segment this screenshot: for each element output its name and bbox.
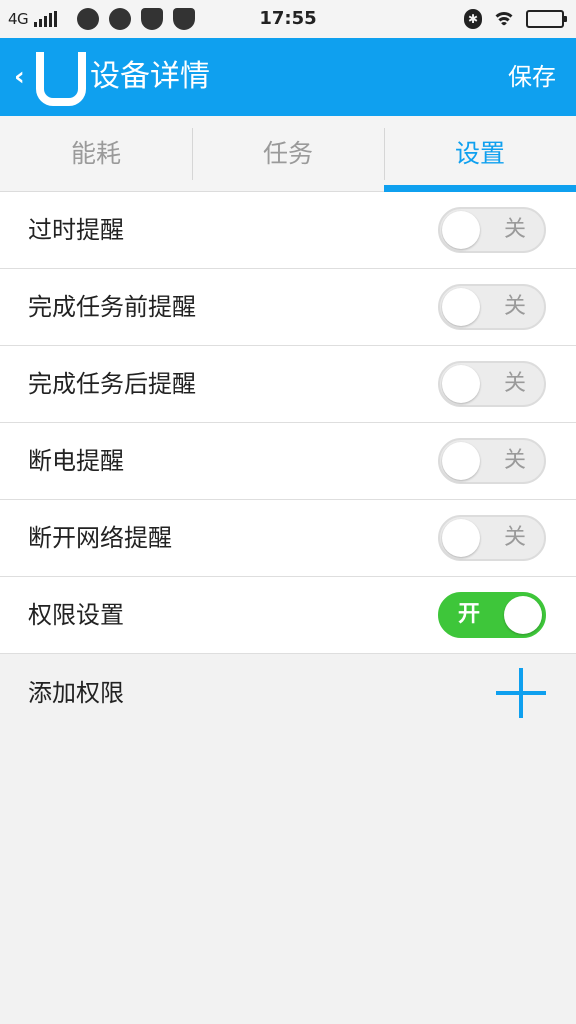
add-permission-row: 添加权限 [0, 654, 576, 732]
tab-bar: 能耗 任务 设置 [0, 116, 576, 193]
setting-label: 过时提醒 [28, 216, 124, 244]
tab-energy[interactable]: 能耗 [0, 116, 192, 192]
app-header: ‹ 设备详情 保存 [0, 38, 576, 116]
bluetooth-icon: ✱ [464, 9, 482, 29]
toggle-knob [442, 519, 480, 557]
app-logo-icon[interactable] [36, 52, 86, 106]
setting-row-power-off-reminder: 断电提醒 关 [0, 423, 576, 500]
toggle-knob [442, 442, 480, 480]
setting-label: 完成任务后提醒 [28, 370, 196, 398]
back-chevron-icon[interactable]: ‹ [14, 62, 25, 92]
battery-icon [526, 10, 567, 28]
network-disconnect-reminder-toggle[interactable]: 关 [438, 515, 546, 561]
overdue-reminder-toggle[interactable]: 关 [438, 207, 546, 253]
setting-label: 断开网络提醒 [28, 524, 172, 552]
power-off-reminder-toggle[interactable]: 关 [438, 438, 546, 484]
setting-row-after-task-reminder: 完成任务后提醒 关 [0, 346, 576, 423]
toggle-state-text: 关 [503, 371, 526, 396]
toggle-state-text: 关 [503, 294, 526, 319]
tab-settings[interactable]: 设置 [384, 116, 576, 193]
toggle-knob [504, 596, 542, 634]
setting-label: 权限设置 [28, 601, 124, 629]
page-title: 设备详情 [90, 59, 210, 94]
setting-row-before-task-reminder: 完成任务前提醒 关 [0, 269, 576, 346]
toggle-knob [442, 288, 480, 326]
plus-icon[interactable] [496, 668, 546, 718]
setting-label: 断电提醒 [28, 447, 124, 475]
toggle-knob [442, 365, 480, 403]
status-right: ✱ [464, 0, 567, 38]
toggle-state-text: 关 [503, 448, 526, 473]
toggle-knob [442, 211, 480, 249]
before-task-reminder-toggle[interactable]: 关 [438, 284, 546, 330]
add-permission-label: 添加权限 [28, 679, 124, 707]
setting-row-permission-settings: 权限设置 开 [0, 577, 576, 654]
after-task-reminder-toggle[interactable]: 关 [438, 361, 546, 407]
permission-settings-toggle[interactable]: 开 [438, 592, 546, 638]
wifi-icon [492, 10, 516, 28]
setting-row-network-disconnect-reminder: 断开网络提醒 关 [0, 500, 576, 577]
tab-tasks[interactable]: 任务 [192, 116, 384, 192]
settings-list: 过时提醒 关 完成任务前提醒 关 完成任务后提醒 关 断电提醒 关 断开网络提醒… [0, 192, 576, 732]
toggle-state-text: 关 [503, 217, 526, 242]
toggle-state-text: 关 [503, 525, 526, 550]
setting-label: 完成任务前提醒 [28, 293, 196, 321]
setting-row-overdue-reminder: 过时提醒 关 [0, 192, 576, 269]
toggle-state-text: 开 [458, 602, 481, 627]
status-bar: 4G 17:55 ✱ [0, 0, 576, 38]
save-button[interactable]: 保存 [508, 38, 556, 116]
